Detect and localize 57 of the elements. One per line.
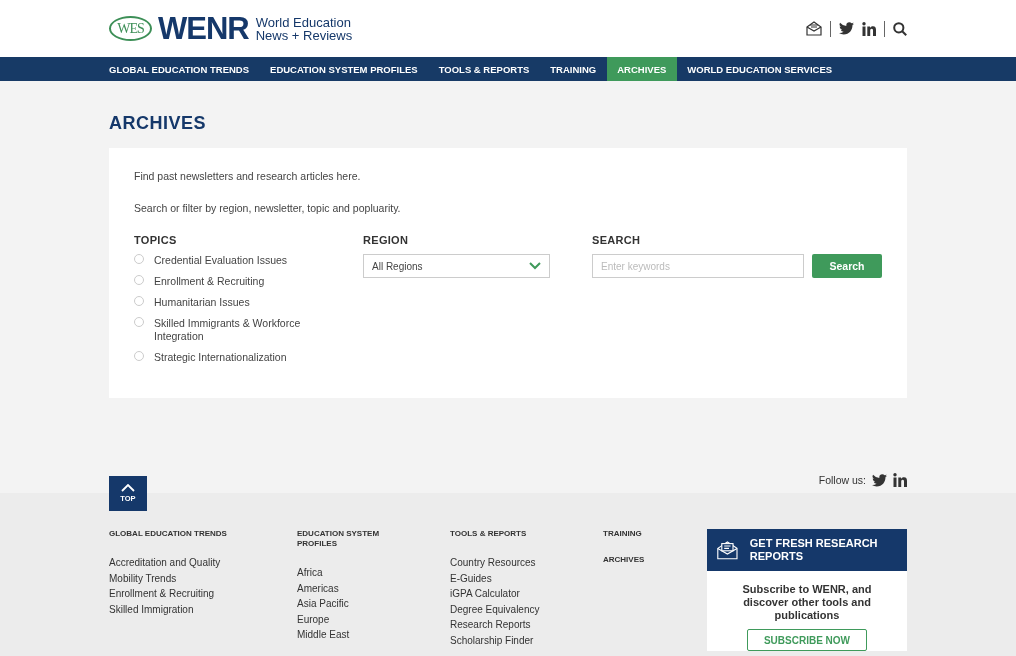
linkedin-icon[interactable] [893, 473, 907, 487]
footer-link[interactable]: Research Reports [450, 617, 603, 633]
logo-wordmark[interactable]: WENR [158, 13, 249, 44]
linkedin-icon[interactable] [862, 21, 876, 36]
topic-label: Humanitarian Issues [154, 296, 251, 309]
chevron-down-icon [529, 262, 541, 270]
topic-label: Skilled Immigrants & Workforce Integration [154, 317, 302, 343]
footer-link[interactable]: Degree Equivalency [450, 601, 603, 617]
site-tagline: World Education [255, 15, 352, 29]
footer-link[interactable]: Scholarship Finder [450, 632, 603, 648]
footer-link[interactable]: E-Guides [450, 570, 603, 586]
footer-heading[interactable]: ARCHIVES [603, 555, 703, 565]
search-field[interactable]: Enter keywords [592, 254, 804, 278]
topic-label: Credential Evaluation Issues [154, 254, 289, 267]
twitter-icon[interactable] [872, 473, 887, 487]
chevron-up-icon [121, 484, 135, 492]
intro-text: Find past newsletters and research articles here. [134, 170, 362, 183]
nav-tab[interactable]: GLOBAL EDUCATION TRENDS [109, 57, 260, 81]
footer-heading[interactable]: GLOBAL EDUCATION TRENDS [109, 529, 279, 539]
nav-tab[interactable]: TOOLS & REPORTS [428, 57, 540, 81]
footer-heading[interactable]: EDUCATION SYSTEM PROFILES [297, 529, 397, 549]
envelope-icon [717, 538, 738, 562]
envelope-icon[interactable] [806, 21, 822, 36]
nav-tab[interactable]: WORLD EDUCATION SERVICES [676, 57, 843, 81]
subscribe-text: Subscribe to WENR, and discover other tools and publications [741, 582, 873, 623]
follow-label: Follow us: [818, 474, 866, 486]
intro-text: Search or filter by region, newsletter, topic and popluarity. [134, 202, 402, 215]
twitter-icon[interactable] [839, 22, 854, 35]
footer-heading[interactable]: TRAINING [603, 529, 703, 539]
footer-link[interactable]: Mobility Trends [109, 570, 297, 586]
footer-link[interactable]: Europe [297, 611, 450, 627]
subscribe-button[interactable]: SUBSCRIBE NOW [747, 629, 867, 651]
footer-link[interactable]: Accreditation and Quality [109, 555, 297, 571]
footer-link[interactable]: Middle East [297, 627, 450, 643]
logo-badge[interactable]: WES [109, 16, 152, 41]
footer-link[interactable]: Country Resources [450, 555, 603, 571]
topic-label: Enrollment & Recruiting [154, 275, 266, 288]
search-icon[interactable] [893, 21, 907, 36]
site-tagline: News + Reviews [255, 28, 353, 42]
nav-tab[interactable]: EDUCATION SYSTEM PROFILES [259, 57, 429, 81]
nav-tab[interactable]: ARCHIVES [606, 57, 677, 81]
footer-link[interactable]: Asia Pacific [297, 596, 450, 612]
footer-heading[interactable]: TOOLS & REPORTS [450, 529, 550, 539]
search-button[interactable]: Search [812, 254, 882, 278]
footer-link[interactable]: Americas [297, 580, 450, 596]
section-heading: TOPICS [134, 234, 178, 246]
section-heading: REGION [363, 234, 410, 246]
nav-tab[interactable]: TRAINING [539, 57, 607, 81]
topic-label: Strategic Internationalization [154, 351, 288, 364]
footer-link[interactable]: iGPA Calculator [450, 586, 603, 602]
subscribe-heading: GET FRESH RESEARCH REPORTS [749, 537, 879, 563]
section-heading: SEARCH [592, 234, 642, 246]
footer-link[interactable]: Skilled Immigration [109, 601, 297, 617]
region-dropdown[interactable]: All Regions [363, 254, 550, 278]
footer-link[interactable]: Africa [297, 565, 450, 581]
page-title: ARCHIVES [109, 113, 207, 133]
footer-link[interactable]: Enrollment & Recruiting [109, 586, 297, 602]
